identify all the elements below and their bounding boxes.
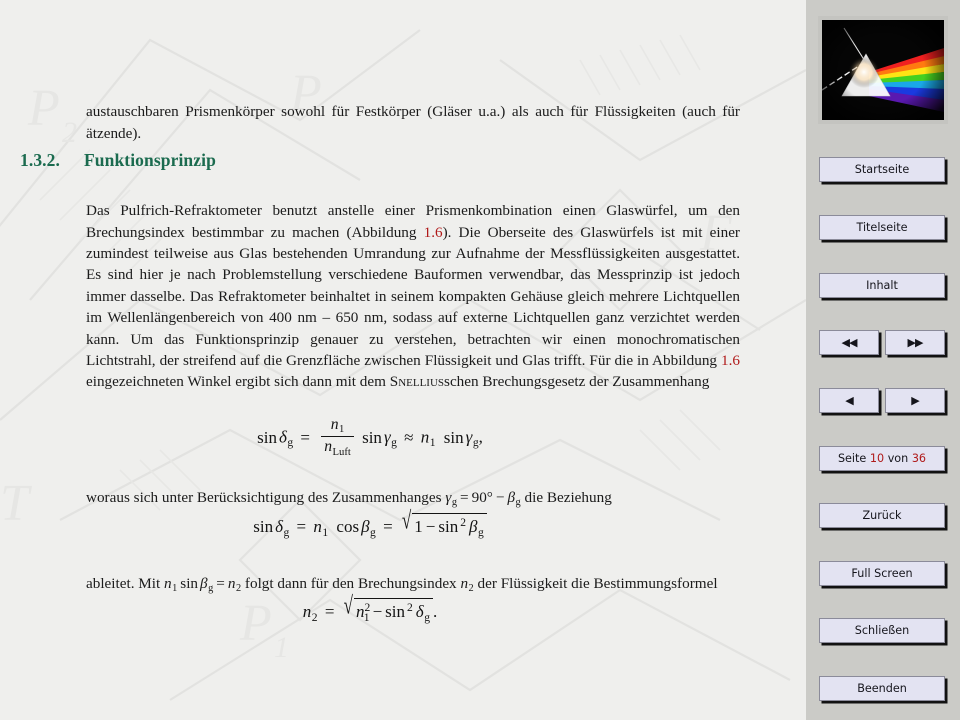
woraus-pre: woraus sich unter Berücksichtigung des Z…: [86, 489, 446, 507]
last-page-button[interactable]: ▶▶: [885, 330, 945, 355]
paragraph-woraus: woraus sich unter Berücksichtigung des Z…: [86, 487, 740, 514]
figure-link-2[interactable]: 1.6: [721, 352, 740, 369]
section-heading: 1.3.2. Funktionsprinzip: [20, 150, 216, 171]
page-counter-current: 10: [869, 452, 885, 465]
double-right-arrow-icon: ▶▶: [907, 336, 924, 349]
paragraph-intro: austauschbaren Prismenkörper sowohl für …: [86, 103, 740, 142]
figure-link-1[interactable]: 1.6: [424, 224, 443, 241]
prev-page-button[interactable]: ◀: [819, 388, 879, 413]
small-caps-name: Snellius: [389, 373, 445, 391]
equation-bestimmungsformel: n2 = √ n21− sin 2 δg .: [302, 591, 438, 624]
page-root: P 2 P 1 P F T austauschbaren Prismenkörp…: [0, 0, 960, 720]
page-counter-total: 36: [911, 452, 927, 465]
sidebar-item-schliessen[interactable]: Schließen: [819, 618, 945, 643]
body-text-3: eingezeichneten Winkel ergibt sich dann …: [86, 373, 390, 391]
double-left-arrow-icon: ◀◀: [841, 336, 858, 349]
body-text-2: ). Die Oberseite des Glaswürfels ist mit…: [86, 223, 740, 370]
page-counter[interactable]: Seite 10 von 36: [819, 446, 945, 471]
sidebar-item-startseite[interactable]: Startseite: [819, 157, 945, 182]
left-arrow-icon: ◀: [845, 394, 854, 407]
section-title: Funktionsprinzip: [83, 150, 216, 170]
section-number: 1.3.2.: [20, 150, 60, 170]
inline-formula-n1sin: n1 sin βg = n2: [164, 575, 242, 595]
sidebar: Startseite Titelseite Inhalt ◀◀ ▶▶ ◀ ▶ S…: [806, 0, 960, 720]
first-page-button[interactable]: ◀◀: [819, 330, 879, 355]
right-arrow-icon: ▶: [911, 394, 920, 407]
inline-symbol-n2: n2: [460, 575, 474, 595]
inline-formula-gamma: γg = 90° − βg: [445, 489, 521, 509]
sidebar-item-inhalt[interactable]: Inhalt: [819, 273, 945, 298]
sidebar-item-beenden[interactable]: Beenden: [819, 676, 945, 701]
ableitet-pre: ableitet. Mit: [86, 575, 165, 593]
ableitet-post: folgt dann für den Brechungsindex: [241, 575, 461, 593]
sidebar-item-zurueck[interactable]: Zurück: [819, 503, 945, 528]
paragraph-main: Das Pulfrich-Refraktometer benutzt anste…: [86, 200, 740, 393]
sidebar-item-titelseite[interactable]: Titelseite: [819, 215, 945, 240]
woraus-post: die Beziehung: [520, 489, 612, 507]
next-page-button[interactable]: ▶: [885, 388, 945, 413]
paragraph-ableitet: ableitet. Mit n1 sin βg = n2 folgt dann für …: [86, 573, 740, 600]
equation-snell: sin δg = n1 nLuft sin γg ≈ n1 sin γg,: [257, 416, 483, 458]
body-text-4: schen Brechungsgesetz der Zusammenhang: [444, 373, 710, 391]
page-counter-prefix: Seite: [837, 452, 867, 465]
page-counter-middle: von: [887, 452, 909, 465]
document-content: austauschbaren Prismenkörper sowohl für …: [0, 0, 806, 720]
ableitet-tail: der Flüssigkeit die Bestimmungsformel: [473, 575, 718, 593]
prism-logo: [818, 16, 948, 124]
equation-cos-identity: sin δg = n1 cos βg = √ 1− sin 2 βg: [0, 507, 740, 539]
sidebar-item-full-screen[interactable]: Full Screen: [819, 561, 945, 586]
